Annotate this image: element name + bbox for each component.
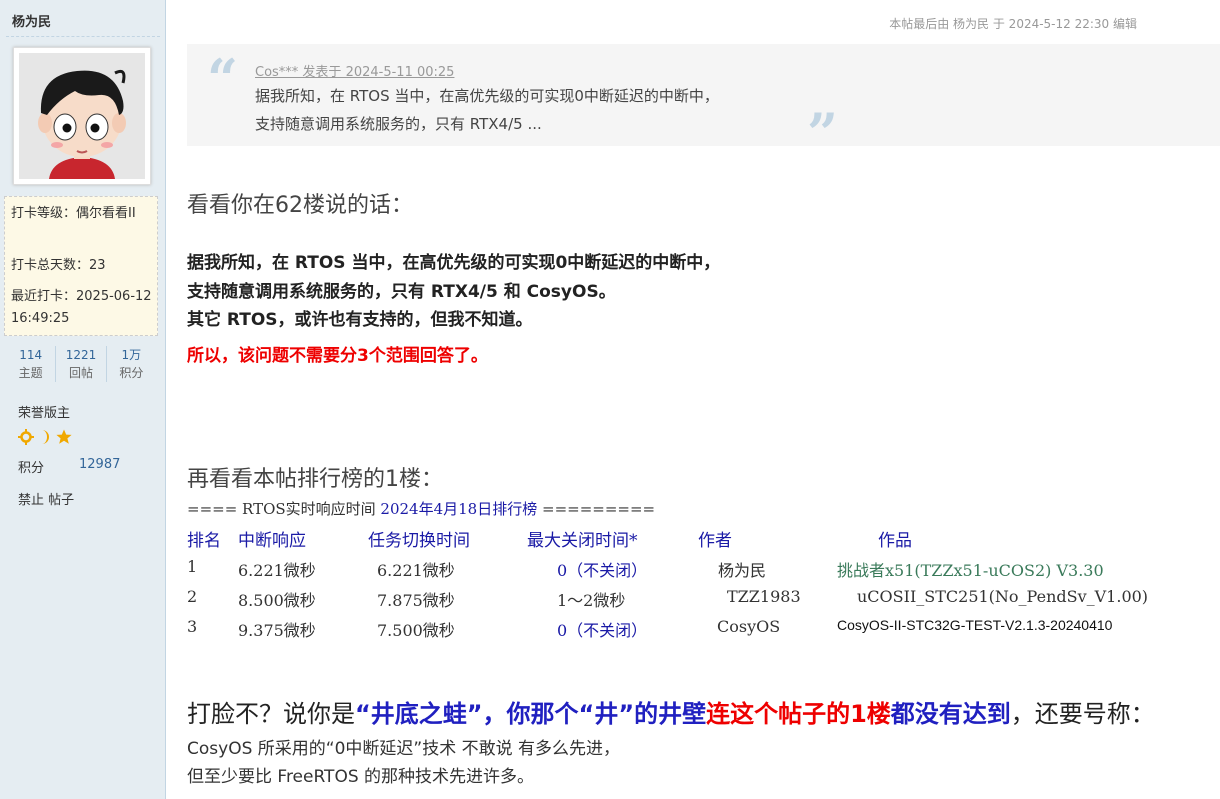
checkin-days: 打卡总天数：23 (11, 258, 106, 273)
table-header-author: 作者 (698, 531, 732, 551)
cell-rank: 2 (187, 587, 198, 606)
count-points[interactable]: 1万 积分 (105, 346, 156, 382)
table-header-work: 作品 (878, 531, 912, 551)
quote-text: 据我所知，在 RTOS 当中，在高优先级的可实现0中断延迟的中断中， (255, 87, 719, 105)
closing-line: 但至少要比 FreeRTOS 的那种技术先进许多。 (187, 767, 535, 787)
cell-close: 1～2微秒 (557, 591, 626, 610)
count-value[interactable]: 1万 (107, 346, 156, 364)
cell-irq: 6.221微秒 (238, 561, 316, 580)
cell-close: 0（不关闭） (557, 621, 648, 640)
count-value[interactable]: 114 (6, 346, 55, 364)
cell-author: TZZ1983 (727, 587, 801, 606)
cell-rank: 3 (187, 617, 198, 636)
count-replies[interactable]: 1221 回帖 (55, 346, 105, 382)
highlight-text: 打脸不？说你是 (187, 700, 355, 728)
user-sidebar: 杨为民 打卡等级：偶尔看看II 打卡总天数：23 最近打卡：2025-06-12… (0, 0, 166, 799)
user-counts: 114 主题 1221 回帖 1万 积分 (6, 346, 156, 382)
table-header-switch: 任务切换时间 (368, 531, 470, 551)
open-quote-icon: “ (207, 47, 239, 111)
quote-author-link[interactable]: Cos*** 发表于 2024-5-11 00:25 (255, 61, 454, 80)
red-bold-line: 所以，该问题不需要分3个范围回答了。 (187, 346, 488, 366)
avatar-cartoon-icon (19, 53, 145, 179)
cell-work: CosyOS-II-STC32G-TEST-V2.1.3-20240410 (837, 617, 1113, 633)
count-value[interactable]: 1221 (56, 346, 105, 364)
rank-medals (18, 428, 72, 446)
checkin-level: 打卡等级：偶尔看看II (11, 206, 136, 221)
quote-block: “ ” Cos*** 发表于 2024-5-11 00:25 据我所知，在 RT… (187, 44, 1220, 160)
cell-rank: 1 (187, 557, 198, 576)
checkin-stats: 打卡等级：偶尔看看II 打卡总天数：23 最近打卡：2025-06-12 16:… (4, 196, 158, 336)
table-header-rank: 排名 (187, 531, 221, 551)
highlight-blue: “井底之蛙”，你那个“井”的井壁 (355, 700, 707, 728)
count-topics[interactable]: 114 主题 (6, 346, 55, 382)
points-label: 积分 (18, 461, 45, 476)
moon-icon (42, 430, 49, 444)
rank-title-text: ==== RTOS实时响应时间 (187, 500, 381, 518)
cell-switch: 7.875微秒 (377, 591, 455, 610)
sun-icon (18, 429, 34, 445)
bold-line: 据我所知，在 RTOS 当中，在高优先级的可实现0中断延迟的中断中， (187, 253, 721, 273)
bold-line: 其它 RTOS，或许也有支持的，但我不知道。 (187, 310, 533, 330)
cell-irq: 8.500微秒 (238, 591, 316, 610)
highlight-blue: 都没有达到 (890, 700, 1011, 728)
rank-title: ==== RTOS实时响应时间 2024年4月18日排行榜 ========= (187, 498, 655, 519)
table-header-irq: 中断响应 (238, 531, 306, 551)
cell-work: uCOSII_STC251(No_PendSv_V1.00) (857, 587, 1149, 606)
bold-line: 支持随意调用系统服务的，只有 RTX4/5 和 CosyOS。 (187, 282, 616, 302)
username-link[interactable]: 杨为民 (12, 11, 51, 30)
cell-author: CosyOS (717, 617, 781, 636)
closing-line: CosyOS 所采用的“0中断延迟”技术 不敢说 有多么先进， (187, 739, 621, 759)
count-label: 积分 (119, 366, 144, 380)
points-row: 积分 12987 (18, 457, 120, 476)
star-icon (56, 429, 72, 444)
rank-title-text: ========= (537, 500, 656, 518)
user-group[interactable]: 荣誉版主 (18, 402, 70, 421)
count-label: 主题 (18, 366, 43, 380)
cell-irq: 9.375微秒 (238, 621, 316, 640)
edit-note: 本帖最后由 杨为民 于 2024-5-12 22:30 编辑 (889, 17, 1137, 31)
section-heading: 再看看本帖排行榜的1楼： (187, 467, 443, 492)
table-header-close: 最大关闭时间* (527, 531, 638, 551)
last-checkin: 最近打卡：2025-06-12 16:49:25 (11, 289, 152, 326)
highlight-red: 连这个帖子的1楼 (706, 700, 891, 728)
section-heading: 看看你在62楼说的话： (187, 193, 413, 218)
quote-text: 支持随意调用系统服务的，只有 RTX4/5 ... (255, 115, 542, 133)
rank-title-date: 2024年4月18日排行榜 (380, 500, 538, 518)
cell-close: 0（不关闭） (557, 561, 648, 580)
points-value: 12987 (79, 457, 121, 472)
cell-work: 挑战者x51(TZZx51-uCOS2) V3.30 (837, 561, 1104, 580)
highlight-text: ，还要号称： (1010, 700, 1155, 728)
avatar[interactable] (13, 47, 151, 185)
cell-switch: 7.500微秒 (377, 621, 455, 640)
cell-switch: 6.221微秒 (377, 561, 455, 580)
ban-post-link[interactable]: 禁止 帖子 (18, 489, 74, 508)
divider (6, 36, 160, 37)
cell-author: 杨为民 (718, 561, 767, 580)
close-quote-icon: ” (807, 101, 839, 165)
highlight-line: 打脸不？说你是“井底之蛙”，你那个“井”的井壁连这个帖子的1楼都没有达到，还要号… (187, 694, 1155, 729)
count-label: 回帖 (68, 366, 93, 380)
